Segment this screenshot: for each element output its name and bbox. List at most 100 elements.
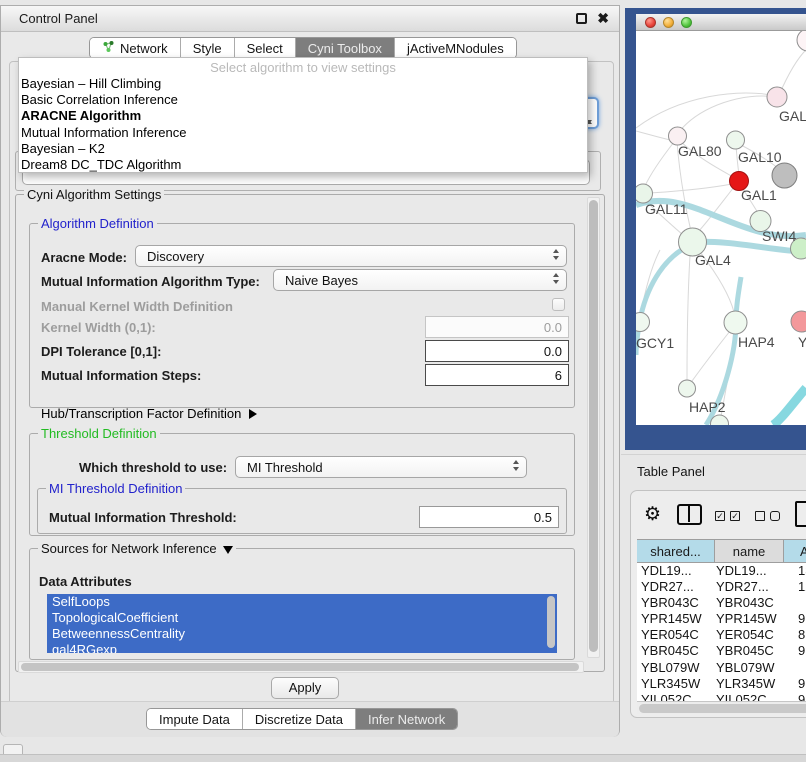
algorithm-option[interactable]: Mutual Information Inference — [19, 125, 587, 141]
network-edge[interactable] — [678, 96, 776, 133]
table-row[interactable]: YBL079WYBL079W — [637, 660, 806, 676]
collapse-icon[interactable] — [223, 546, 233, 554]
table-column-header[interactable]: A — [783, 540, 806, 562]
tab-jactivemnodules[interactable]: jActiveMNodules — [394, 38, 516, 58]
table-cell: 12 — [798, 579, 806, 594]
table-row[interactable]: YDL19...YDL19...13 — [637, 563, 806, 579]
deselect-all-checkboxes-icon[interactable] — [755, 511, 780, 521]
stepper-icon — [553, 249, 559, 260]
tab-label: Network — [120, 41, 168, 56]
attribute-list-item[interactable]: SelfLoops — [47, 594, 557, 610]
algorithm-option[interactable]: ARACNE Algorithm — [19, 108, 587, 124]
tab-label: Infer Network — [368, 712, 445, 727]
split-columns-icon[interactable] — [677, 504, 702, 525]
attribute-list-scrollbar[interactable] — [546, 595, 556, 651]
gear-icon[interactable]: ⚙ — [644, 503, 661, 526]
network-window-titlebar[interactable] — [636, 14, 806, 31]
tab-discretize-data[interactable]: Discretize Data — [242, 709, 355, 729]
sources-group-title[interactable]: Sources for Network Inference — [38, 541, 236, 556]
table-column-header[interactable]: name — [714, 540, 783, 562]
table-body[interactable]: YDL19...YDL19...13YDR27...YDR27...12YBR0… — [637, 563, 806, 701]
network-node[interactable] — [727, 131, 745, 149]
table-horizontal-scrollbar[interactable] — [637, 701, 806, 714]
table-row[interactable]: YER054CYER054C8. — [637, 627, 806, 643]
which-threshold-combobox[interactable]: MI Threshold — [235, 456, 527, 478]
network-node-label: GCY1 — [636, 335, 674, 351]
close-traffic-light-icon[interactable] — [645, 17, 656, 28]
tab-cyni-toolbox[interactable]: Cyni Toolbox — [295, 38, 394, 58]
mi-threshold-field[interactable]: 0.5 — [419, 506, 559, 528]
table-column-header[interactable]: shared... — [637, 540, 714, 562]
attribute-list-item[interactable]: BetweennessCentrality — [47, 626, 557, 642]
table-cell: YER054C — [641, 627, 699, 642]
algorithm-option[interactable]: Bayesian – Hill Climbing — [19, 76, 587, 92]
close-icon[interactable]: ✖ — [597, 10, 609, 27]
table-row[interactable]: YIL052CYIL052C9 — [637, 692, 806, 701]
table-panel-card: ⚙ ✓✓ shared...nameA YDL19...YDL19...13YD… — [630, 490, 806, 718]
network-node[interactable] — [636, 313, 650, 332]
tab-network[interactable]: Network — [90, 38, 180, 58]
network-node[interactable] — [724, 311, 747, 334]
zoom-traffic-light-icon[interactable] — [681, 17, 692, 28]
network-edge[interactable] — [687, 255, 690, 380]
document-icon[interactable] — [795, 501, 806, 527]
table-row[interactable]: YBR045CYBR045C9. — [637, 643, 806, 659]
settings-vertical-scrollbar[interactable] — [587, 197, 600, 658]
network-graph[interactable]: GALGAL80GAL10GAL1GAL11SWI4GAL4GCY1HAP4YH… — [636, 31, 806, 425]
algorithm-option[interactable]: Bayesian – K2 — [19, 141, 587, 157]
network-node-label: SWI4 — [762, 228, 796, 244]
expand-icon[interactable] — [249, 409, 257, 419]
network-node[interactable] — [767, 87, 787, 107]
network-edge[interactable] — [645, 142, 674, 186]
mi-steps-field[interactable]: 6 — [425, 364, 569, 386]
hub-section-label[interactable]: Hub/Transcription Factor Definition — [41, 406, 257, 421]
network-edge-thick[interactable] — [773, 388, 806, 425]
table-cell: YLR345W — [641, 676, 700, 691]
network-node[interactable] — [797, 31, 806, 51]
attribute-list-item[interactable]: TopologicalCoefficient — [47, 610, 557, 626]
network-icon — [102, 40, 115, 56]
network-node-label: HAP2 — [689, 399, 726, 415]
settings-horizontal-scrollbar[interactable] — [18, 661, 584, 673]
table-cell: YDL19... — [716, 563, 767, 578]
table-panel-title: Table Panel — [637, 464, 705, 479]
aracne-mode-label: Aracne Mode: — [41, 250, 127, 265]
network-edge[interactable] — [692, 331, 730, 381]
tab-label: Cyni Toolbox — [308, 41, 382, 56]
network-node-label: GAL80 — [678, 143, 722, 159]
tab-style[interactable]: Style — [180, 38, 234, 58]
network-node[interactable] — [772, 163, 797, 188]
aracne-mode-combobox[interactable]: Discovery — [135, 245, 567, 267]
select-all-checkboxes-icon[interactable]: ✓✓ — [715, 511, 740, 521]
network-edge[interactable] — [650, 184, 732, 193]
dpi-tolerance-field[interactable]: 0.0 — [425, 340, 569, 362]
table-row[interactable]: YDR27...YDR27...12 — [637, 579, 806, 595]
attribute-list-item[interactable]: gal4RGexp — [47, 642, 557, 653]
tab-infer-network[interactable]: Infer Network — [355, 709, 457, 729]
kernel-width-field[interactable]: 0.0 — [425, 316, 569, 338]
float-window-icon[interactable] — [576, 13, 587, 24]
mi-type-combobox[interactable]: Naive Bayes — [273, 269, 567, 291]
tab-label: Impute Data — [159, 712, 230, 727]
algorithm-option[interactable]: Dream8 DC_TDC Algorithm — [19, 157, 587, 173]
data-attributes-label: Data Attributes — [39, 574, 132, 589]
stepper-icon — [553, 273, 559, 284]
network-view-window: GALGAL80GAL10GAL1GAL11SWI4GAL4GCY1HAP4YH… — [625, 8, 806, 450]
network-node[interactable] — [679, 380, 696, 397]
network-edge[interactable] — [779, 48, 806, 95]
minimize-traffic-light-icon[interactable] — [663, 17, 674, 28]
tab-impute-data[interactable]: Impute Data — [147, 709, 242, 729]
table-row[interactable]: YPR145WYPR145W9. — [637, 611, 806, 627]
network-edge[interactable] — [636, 93, 777, 128]
network-node-label: Y — [798, 334, 806, 350]
table-row[interactable]: YLR345WYLR345W9. — [637, 676, 806, 692]
apply-button[interactable]: Apply — [271, 677, 339, 699]
network-edge[interactable] — [636, 131, 670, 140]
table-row[interactable]: YBR043CYBR043C — [637, 595, 806, 611]
manual-kernel-checkbox[interactable] — [552, 298, 565, 311]
network-canvas[interactable]: GALGAL80GAL10GAL1GAL11SWI4GAL4GCY1HAP4YH… — [636, 31, 806, 425]
tab-select[interactable]: Select — [234, 38, 295, 58]
data-attributes-list[interactable]: SelfLoopsTopologicalCoefficientBetweenne… — [47, 594, 557, 653]
algorithm-option[interactable]: Basic Correlation Inference — [19, 92, 587, 108]
network-node[interactable] — [791, 311, 806, 332]
